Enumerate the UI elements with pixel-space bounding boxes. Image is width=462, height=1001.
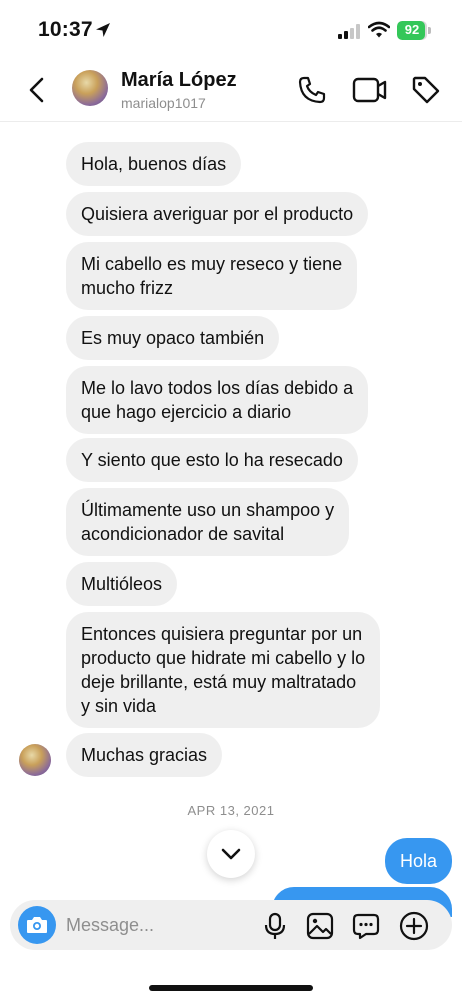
battery-icon: 92 [397,21,431,40]
chat-header: María López marialop1017 [0,58,462,122]
sender-avatar[interactable] [19,744,51,776]
home-indicator[interactable] [149,985,313,991]
contact-name[interactable]: María López [121,69,237,92]
location-arrow-icon [96,23,110,37]
tag-icon[interactable] [410,74,442,106]
camera-icon [27,917,47,933]
message-bubble[interactable]: Entonces quisiera preguntar por un produ… [66,612,381,728]
status-time: 10:37 [38,18,93,41]
chevron-down-icon [221,848,241,860]
sticker-icon[interactable] [352,912,380,940]
plus-icon[interactable] [399,911,429,941]
message-bubble[interactable]: Últimamente uso un shampoo y acondiciona… [66,488,350,556]
message-bubble[interactable]: Y siento que esto lo ha resecado [66,438,358,482]
phone-icon[interactable] [296,74,328,106]
avatar[interactable] [72,70,108,106]
message-bubble[interactable]: Quisiera averiguar por el producto [66,192,369,236]
message-bubble[interactable]: Hola, buenos días [66,142,242,186]
contact-handle[interactable]: marialop1017 [121,95,206,111]
mic-icon[interactable] [262,912,288,940]
message-bubble[interactable]: Multióleos [66,562,178,606]
message-input[interactable] [66,912,256,938]
wifi-icon [368,21,390,38]
status-bar: 10:37 92 [0,0,462,58]
gallery-icon[interactable] [306,912,334,940]
signal-icon [338,24,360,39]
video-icon[interactable] [352,74,388,106]
date-separator: APR 13, 2021 [187,803,275,818]
message-composer [10,900,452,950]
camera-button[interactable] [18,906,56,944]
back-icon[interactable] [24,72,52,108]
message-bubble[interactable]: Me lo lavo todos los días debido a que h… [66,366,369,434]
message-bubble[interactable]: Es muy opaco también [66,316,280,360]
message-bubble[interactable]: Muchas gracias [66,733,223,777]
message-thread[interactable]: Hola, buenos días Quisiera averiguar por… [0,122,462,917]
outgoing-message-bubble[interactable]: Hola [385,838,453,884]
scroll-to-bottom-button[interactable] [207,830,255,878]
battery-percent: 92 [404,22,420,37]
message-bubble[interactable]: Mi cabello es muy reseco y tiene mucho f… [66,242,358,310]
